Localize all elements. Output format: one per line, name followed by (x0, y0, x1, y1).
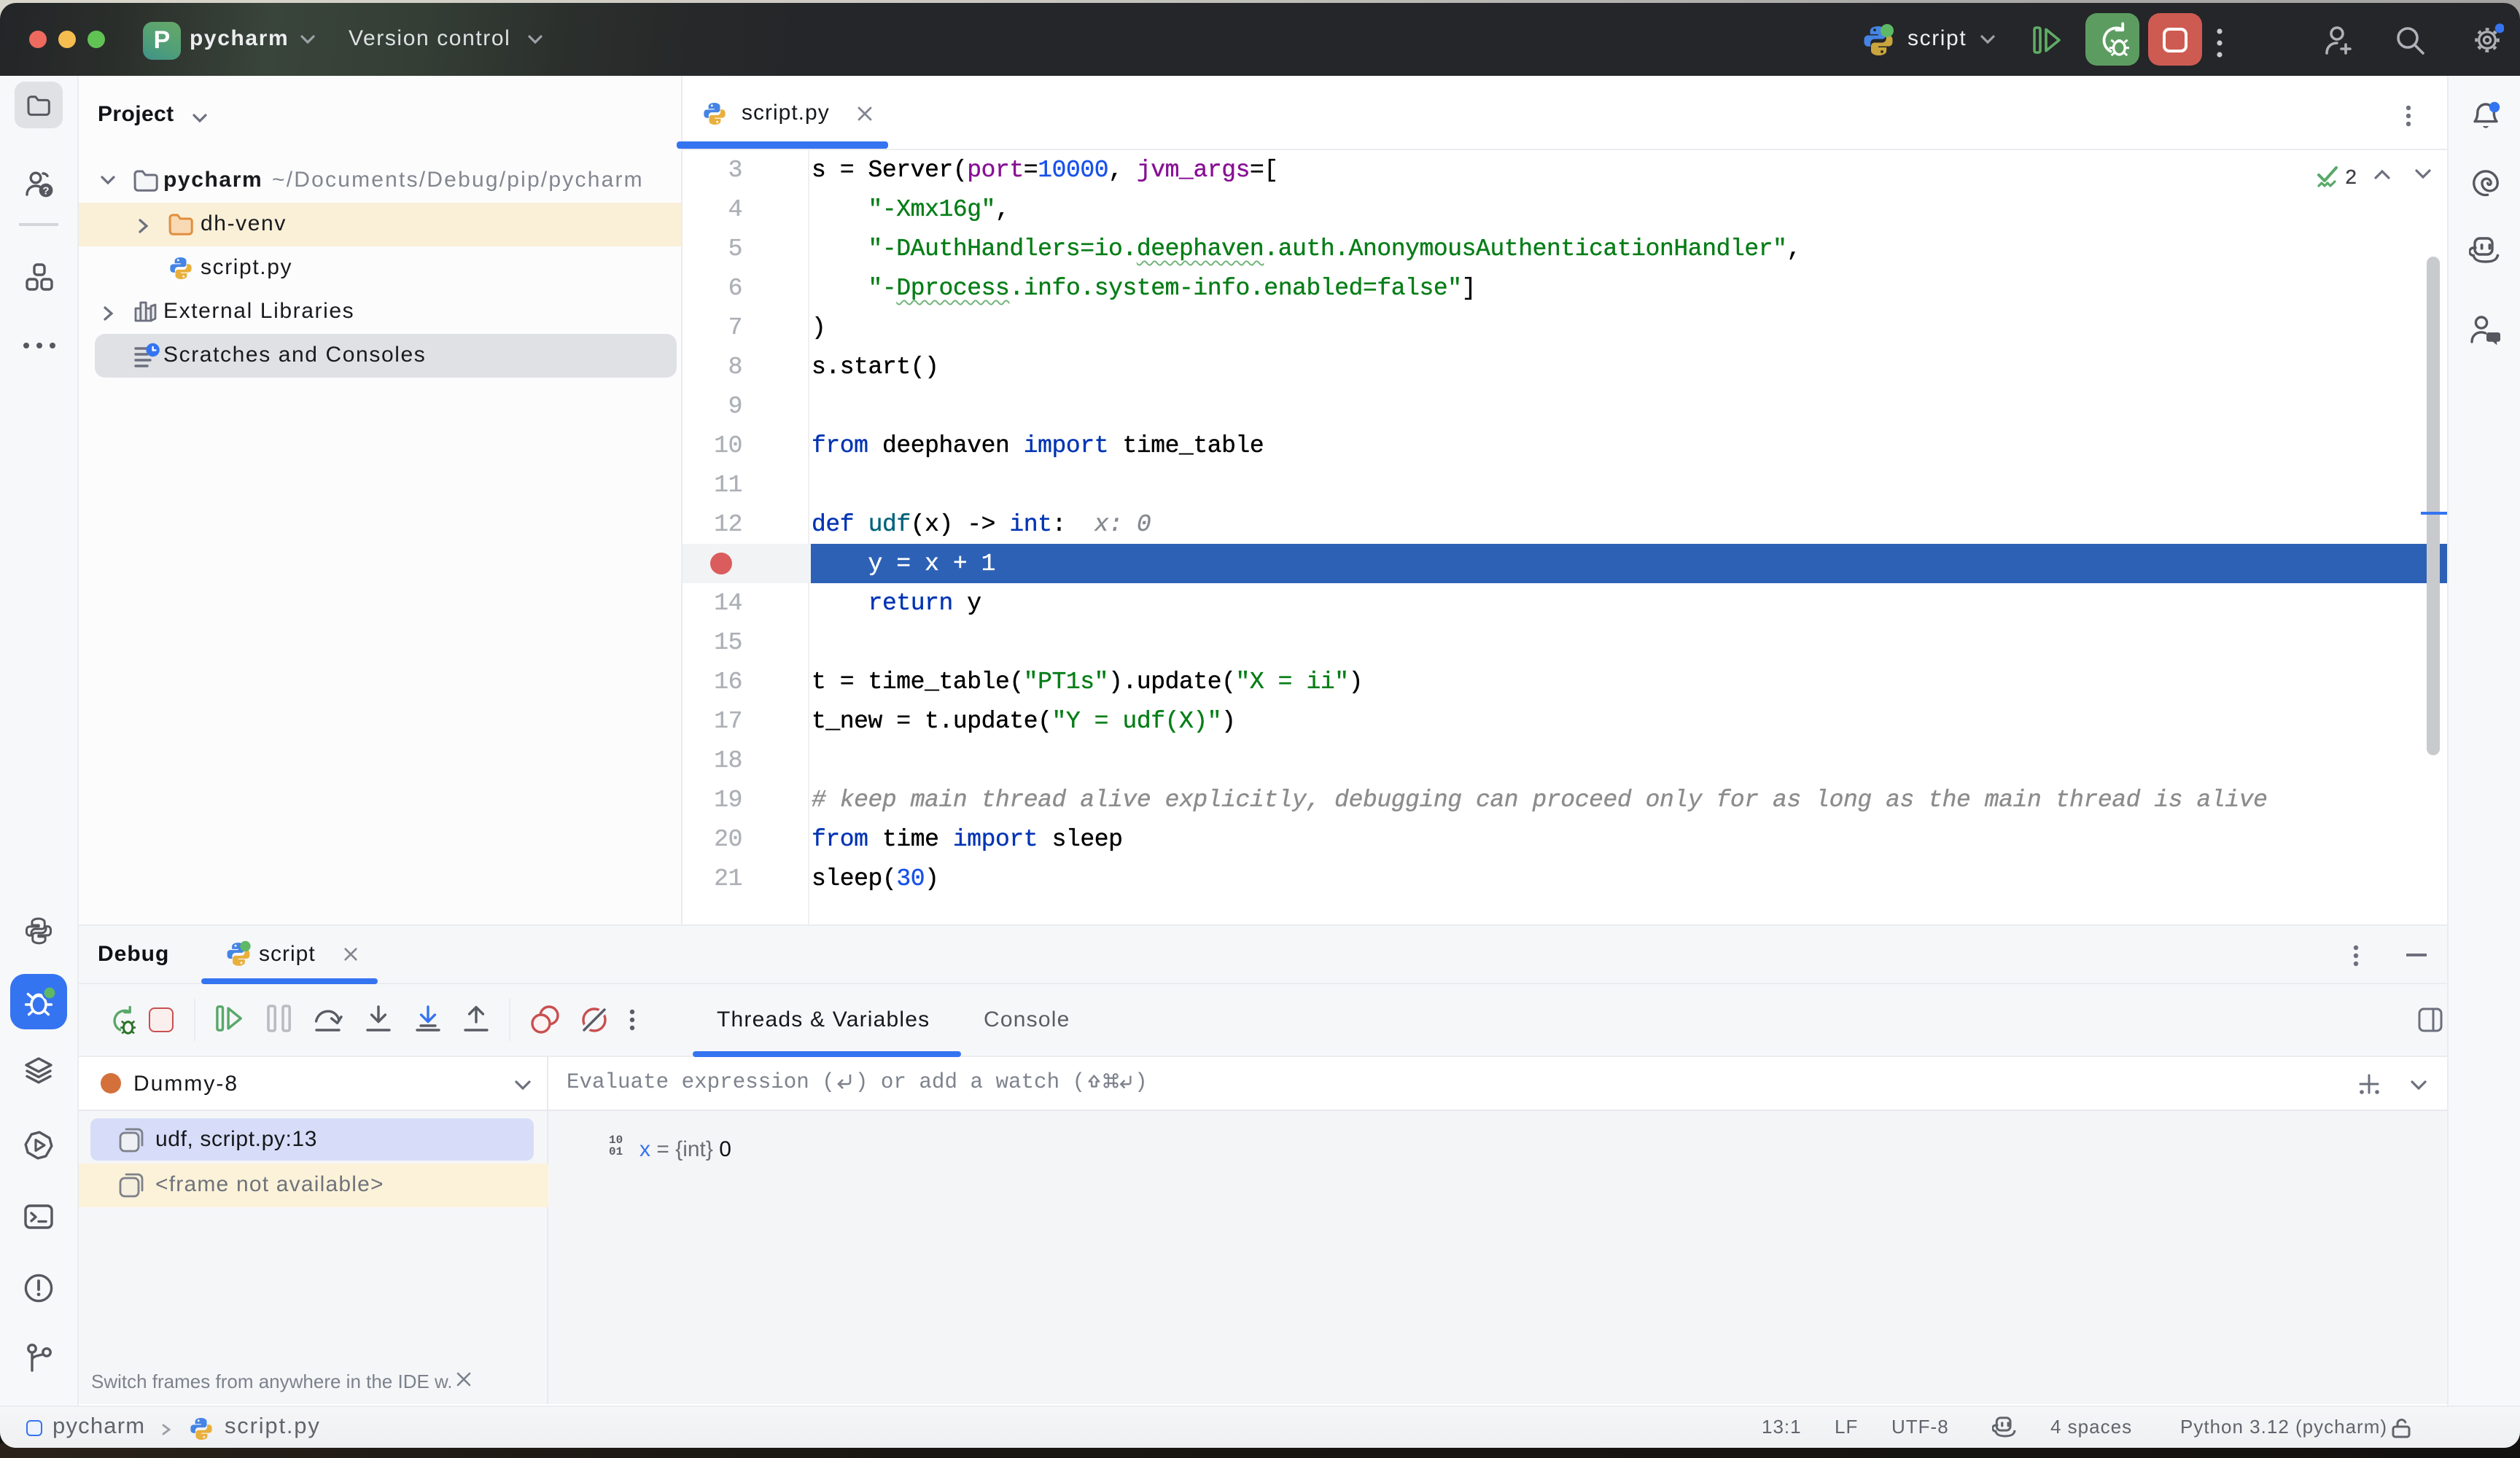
svg-text:?: ? (42, 184, 49, 197)
